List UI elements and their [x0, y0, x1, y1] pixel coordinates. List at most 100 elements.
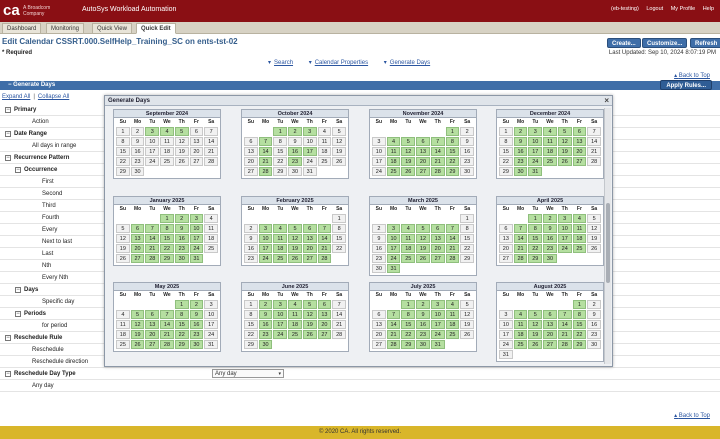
selected-day-cell[interactable]: 25	[273, 254, 288, 263]
selected-day-cell[interactable]: 25	[386, 167, 401, 176]
selected-day-cell[interactable]: 15	[174, 320, 189, 329]
selected-day-cell[interactable]: 29	[528, 254, 543, 263]
day-cell[interactable]: 5	[332, 127, 346, 136]
day-cell[interactable]: 11	[204, 224, 218, 233]
day-cell[interactable]: 18	[160, 147, 174, 156]
day-cell[interactable]: 16	[130, 147, 145, 156]
day-cell[interactable]: 15	[499, 147, 513, 156]
day-cell[interactable]: 27	[189, 157, 204, 166]
selected-day-cell[interactable]: 6	[572, 127, 587, 136]
selected-day-cell[interactable]: 4	[401, 224, 416, 233]
day-cell[interactable]: 26	[116, 254, 130, 263]
selected-day-cell[interactable]: 3	[557, 214, 572, 223]
day-cell[interactable]: 22	[273, 157, 288, 166]
selected-day-cell[interactable]: 28	[258, 167, 273, 176]
selected-day-cell[interactable]: 18	[445, 320, 460, 329]
day-cell[interactable]: 22	[244, 330, 258, 339]
day-cell[interactable]: 19	[460, 320, 474, 329]
selected-day-cell[interactable]: 17	[386, 244, 401, 253]
selected-day-cell[interactable]: 30	[543, 254, 557, 263]
day-cell[interactable]: 5	[116, 224, 130, 233]
selected-day-cell[interactable]: 23	[513, 157, 528, 166]
selected-day-cell[interactable]: 26	[557, 157, 572, 166]
selected-day-cell[interactable]: 13	[130, 234, 145, 243]
selected-day-cell[interactable]: 16	[288, 147, 302, 156]
collapse-toggle-icon[interactable]: −	[5, 131, 11, 137]
selected-day-cell[interactable]: 19	[416, 244, 430, 253]
selected-day-cell[interactable]: 23	[189, 330, 204, 339]
day-cell[interactable]: 4	[204, 214, 218, 223]
day-cell[interactable]: 19	[332, 147, 346, 156]
selected-day-cell[interactable]: 10	[557, 224, 572, 233]
selected-day-cell[interactable]: 3	[189, 214, 204, 223]
collapse-toggle-icon[interactable]: −	[15, 287, 21, 293]
day-cell[interactable]: 11	[116, 320, 130, 329]
day-cell[interactable]: 3	[499, 310, 513, 319]
day-cell[interactable]: 14	[587, 137, 601, 146]
day-cell[interactable]: 27	[499, 254, 513, 263]
day-cell[interactable]: 20	[189, 147, 204, 156]
selected-day-cell[interactable]: 31	[528, 167, 543, 176]
generate-days-header[interactable]: − Generate Days	[0, 81, 720, 90]
selected-day-cell[interactable]: 8	[401, 310, 416, 319]
day-cell[interactable]: 15	[116, 147, 130, 156]
selected-day-cell[interactable]: 8	[572, 310, 587, 319]
selected-day-cell[interactable]: 5	[302, 300, 317, 309]
selected-day-cell[interactable]: 11	[543, 137, 557, 146]
calendar-properties-link[interactable]: Calendar Properties	[315, 60, 368, 66]
selected-day-cell[interactable]: 8	[160, 224, 174, 233]
day-cell[interactable]: 21	[204, 147, 218, 156]
apply-rules-button[interactable]: Apply Rules...	[660, 80, 712, 90]
selected-day-cell[interactable]: 27	[145, 340, 160, 349]
selected-day-cell[interactable]: 23	[416, 330, 430, 339]
selected-day-cell[interactable]: 25	[572, 244, 587, 253]
selected-day-cell[interactable]: 28	[513, 254, 528, 263]
collapse-toggle-icon[interactable]: −	[15, 311, 21, 317]
collapse-all-link[interactable]: Collapse All	[38, 94, 69, 100]
day-cell[interactable]: 7	[332, 300, 346, 309]
selected-day-cell[interactable]: 12	[302, 310, 317, 319]
selected-day-cell[interactable]: 27	[416, 167, 430, 176]
day-cell[interactable]: 5	[587, 214, 601, 223]
selected-day-cell[interactable]: 30	[513, 167, 528, 176]
day-cell[interactable]: 6	[372, 310, 386, 319]
selected-day-cell[interactable]: 21	[445, 244, 460, 253]
day-cell[interactable]: 30	[372, 264, 386, 273]
day-cell[interactable]: 3	[372, 137, 386, 146]
selected-day-cell[interactable]: 8	[445, 137, 460, 146]
day-cell[interactable]: 13	[499, 234, 513, 243]
selected-day-cell[interactable]: 29	[572, 340, 587, 349]
selected-day-cell[interactable]: 19	[130, 330, 145, 339]
selected-day-cell[interactable]: 1	[572, 300, 587, 309]
selected-day-cell[interactable]: 25	[513, 340, 528, 349]
selected-day-cell[interactable]: 20	[572, 147, 587, 156]
selected-day-cell[interactable]: 17	[557, 234, 572, 243]
day-cell[interactable]: 12	[587, 224, 601, 233]
expand-all-link[interactable]: Expand All	[2, 94, 30, 100]
day-cell[interactable]: 21	[587, 147, 601, 156]
day-cell[interactable]: 24	[302, 157, 317, 166]
selected-day-cell[interactable]: 27	[317, 330, 332, 339]
day-cell[interactable]: 2	[460, 127, 474, 136]
day-cell[interactable]: 23	[244, 254, 258, 263]
selected-day-cell[interactable]: 7	[386, 310, 401, 319]
selected-day-cell[interactable]: 10	[430, 310, 445, 319]
day-cell[interactable]: 11	[160, 137, 174, 146]
selected-day-cell[interactable]: 5	[288, 224, 302, 233]
selected-day-cell[interactable]: 7	[258, 137, 273, 146]
selected-day-cell[interactable]: 11	[572, 224, 587, 233]
selected-day-cell[interactable]: 24	[386, 254, 401, 263]
selected-day-cell[interactable]: 13	[302, 234, 317, 243]
selected-day-cell[interactable]: 5	[401, 137, 416, 146]
day-cell[interactable]: 17	[204, 320, 218, 329]
day-cell[interactable]: 10	[204, 310, 218, 319]
selected-day-cell[interactable]: 12	[288, 234, 302, 243]
selected-day-cell[interactable]: 15	[445, 147, 460, 156]
selected-day-cell[interactable]: 17	[302, 147, 317, 156]
day-cell[interactable]: 16	[587, 320, 601, 329]
selected-day-cell[interactable]: 4	[273, 224, 288, 233]
selected-day-cell[interactable]: 3	[258, 224, 273, 233]
selected-day-cell[interactable]: 11	[445, 310, 460, 319]
selected-day-cell[interactable]: 26	[302, 330, 317, 339]
selected-day-cell[interactable]: 19	[528, 330, 543, 339]
